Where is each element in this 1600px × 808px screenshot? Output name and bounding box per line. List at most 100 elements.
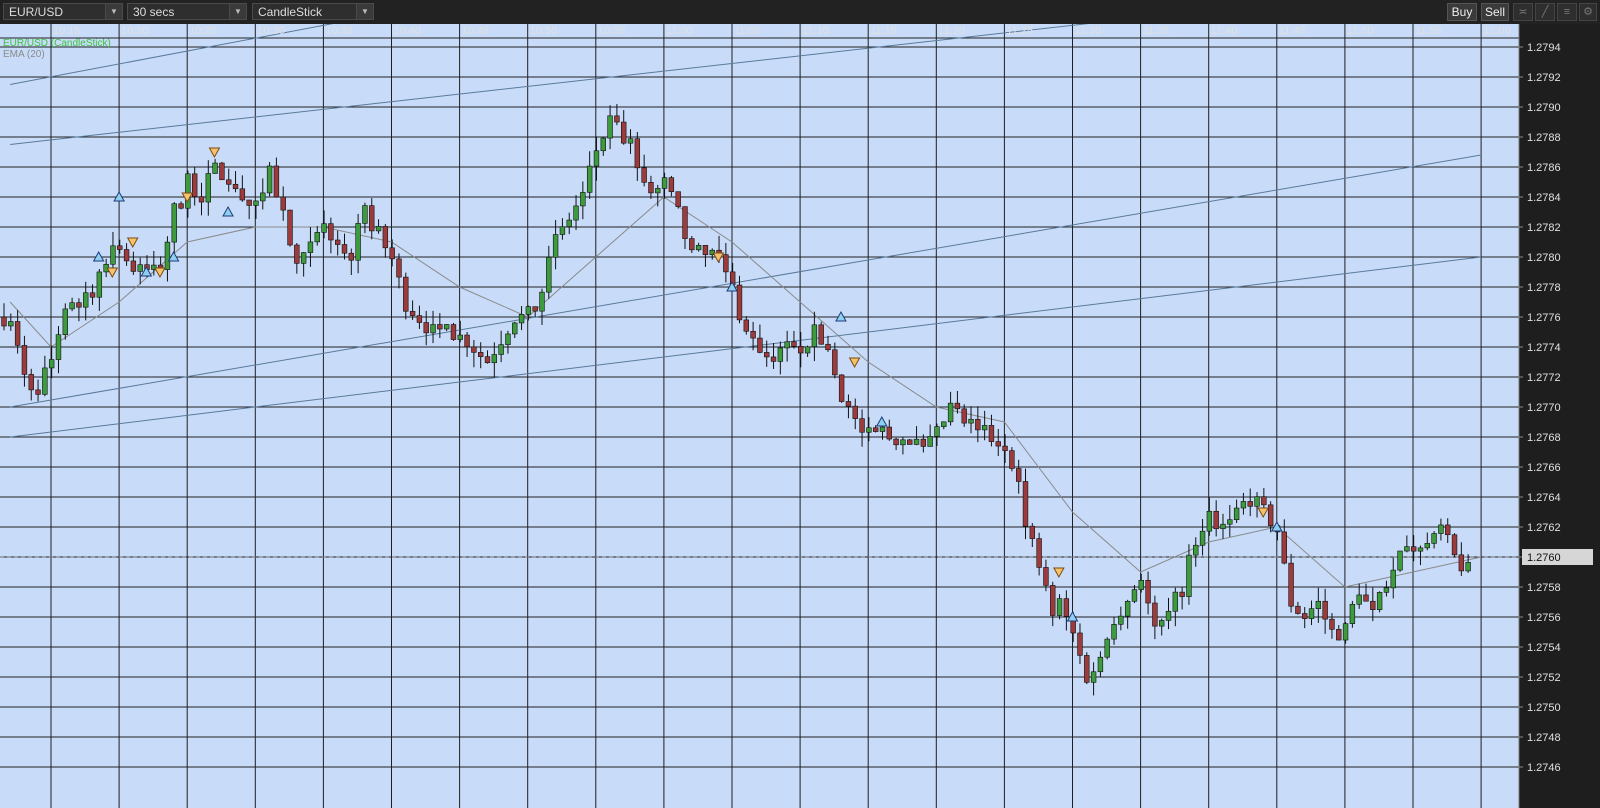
candle-body [900,439,906,446]
time-tick-label: 11:55 [1415,25,1442,37]
price-tick-label: 1.2774 [1527,342,1561,354]
candle-body [42,367,48,395]
candle [450,322,457,341]
candle-body [477,352,484,357]
candle-body [1383,587,1390,593]
candle-body [532,306,538,312]
candle-body [1438,524,1444,534]
candle-body [178,203,184,209]
candle-body [634,138,641,169]
candle-body [1404,546,1410,552]
candlestick-chart[interactable]: 10:15 10:20 10:25 10:30 10:35 10:40 10:45 10:50… [0,24,1600,808]
chevron-down-icon[interactable]: ▼ [229,4,246,19]
candle-body [89,292,96,298]
candle-body [913,438,920,445]
candle-body [498,344,504,355]
chart-settings-icon[interactable]: ⚙ [1579,3,1597,21]
buy-button[interactable]: Buy [1447,3,1477,21]
candle-body [396,258,402,278]
chevron-down-icon[interactable]: ▼ [356,4,373,19]
candle-body [1431,533,1437,544]
candle-body [164,241,171,270]
sell-button[interactable]: Sell [1481,3,1509,21]
candle-body [934,426,940,437]
candle [675,191,681,209]
candle-body [1084,655,1090,683]
candle-body [600,137,606,152]
candle-body [546,256,552,293]
price-tick-label: 1.2764 [1527,492,1561,504]
candle-body [954,402,961,410]
candle-body [512,322,518,335]
time-tick-label: 10:35 [325,25,353,37]
candle-body [409,310,416,316]
candle-body [866,427,872,433]
candle-body [1261,496,1267,506]
candle-body [69,302,75,310]
interval-select[interactable]: 30 secs ▼ [127,3,247,20]
time-tick-label: 11:50 [1347,25,1374,37]
candle-body [239,188,246,201]
candle-body [14,321,21,346]
chart-legend: EUR/USD (CandleStick) EMA (20) [3,38,111,60]
candle-body [1063,598,1070,617]
price-tick-label: 1.2790 [1527,102,1561,114]
candle-body [614,115,620,123]
fib-retracement-icon[interactable]: ≡ [1557,3,1577,21]
candle-body [1356,594,1362,605]
candle-body [416,315,423,323]
time-tick-label: 11:00 [666,25,693,37]
candle-body [484,356,491,364]
candle-body [1090,671,1097,683]
candle-body [1363,594,1369,602]
candle-body [430,324,436,334]
chevron-down-icon[interactable]: ▼ [105,4,122,19]
candle [266,161,273,197]
candle-body [1,316,7,327]
candle-body [83,292,89,308]
price-tick-label: 1.2768 [1527,432,1561,444]
indicator-icon[interactable]: ≍ [1513,3,1533,21]
candle-body [518,314,525,324]
candle-body [1213,510,1219,530]
price-tick-label: 1.2778 [1527,282,1561,294]
candle-body [1165,610,1172,621]
price-tick-label: 1.2748 [1527,732,1561,744]
price-tick-label: 1.2754 [1527,642,1561,654]
candle-body [743,319,749,332]
draw-line-icon[interactable]: ╱ [1535,3,1555,21]
legend-indicator-label: EMA (20) [3,49,45,60]
candle-body [927,436,933,447]
candle-body [539,291,545,312]
candle-body [307,241,314,253]
candle-body [764,352,770,358]
candle-body [55,334,62,360]
chart-style-select[interactable]: CandleStick ▼ [252,3,374,20]
candle-body [995,441,1001,447]
candle-body [1240,501,1247,509]
candle-body [1036,538,1042,568]
candle-body [505,333,511,345]
candle-body [675,191,681,207]
candle-body [1410,546,1417,552]
candle-body [981,425,988,431]
candle-body [1445,524,1451,536]
price-tick-label: 1.2788 [1527,132,1561,144]
candle-body [1295,605,1301,614]
candle-body [375,226,382,232]
candle-body [369,205,375,232]
symbol-select[interactable]: EUR/USD ▼ [3,3,123,20]
candle-body [845,401,852,407]
candle-body [1370,600,1376,610]
price-tick-label: 1.2766 [1527,462,1561,474]
time-tick-label: 10:20 [121,25,149,37]
candle-body [382,226,389,249]
price-tick-label: 1.2784 [1527,192,1561,204]
candle [1009,447,1015,472]
candle-body [1458,554,1465,572]
candle-body [689,238,695,251]
candle-body [736,284,743,321]
price-tick-label: 1.2776 [1527,312,1561,324]
candle-body [437,324,443,330]
candle-body [838,374,845,402]
